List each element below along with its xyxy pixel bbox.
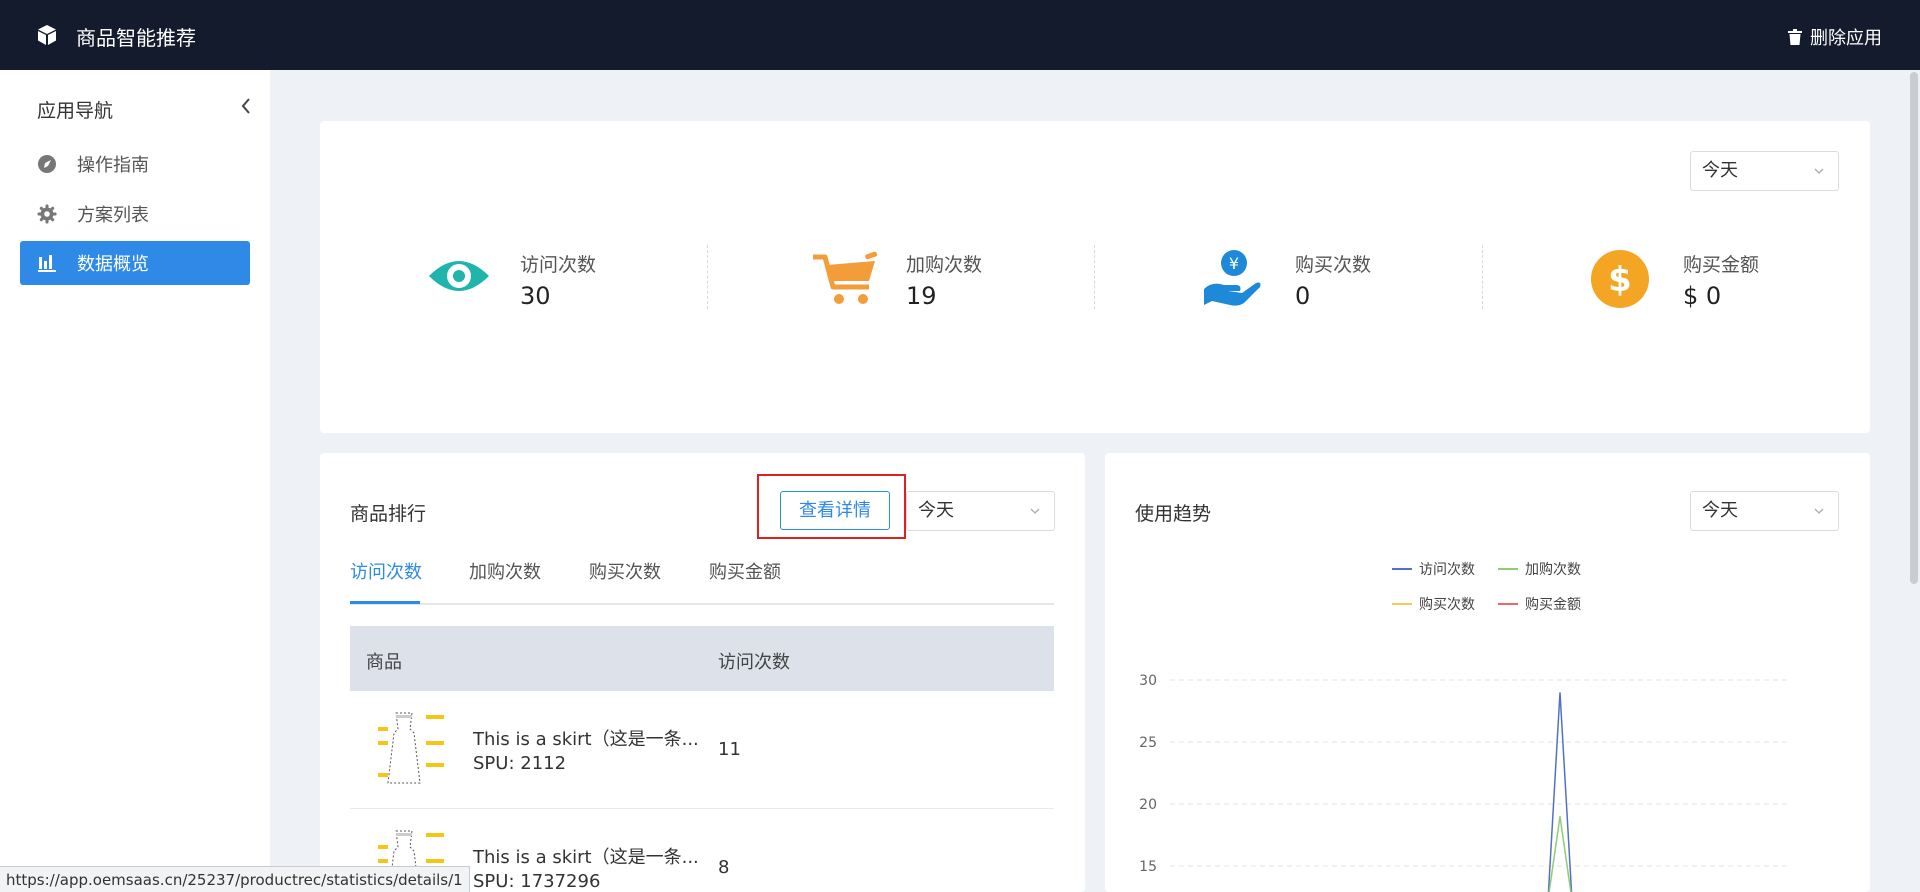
legend-label: 购买金额	[1525, 597, 1581, 613]
stat-divider	[1482, 245, 1483, 309]
overview-period-select[interactable]: 今天	[1690, 151, 1839, 191]
product-name: This is a skirt（这是一条...	[473, 729, 699, 750]
legend-item-purchases[interactable]: 购买次数	[1392, 594, 1475, 614]
legend-label: 访问次数	[1419, 562, 1475, 578]
sidebar-title: 应用导航	[37, 100, 114, 122]
y-tick-label: 30	[1139, 673, 1157, 689]
delete-app-label: 删除应用	[1810, 28, 1882, 49]
tab-active-indicator	[350, 601, 420, 604]
trend-line-chart: 15 20 25 30	[1139, 673, 1790, 892]
sidebar-item-label: 方案列表	[77, 205, 149, 226]
cube-logo-icon	[38, 25, 56, 45]
app-title: 商品智能推荐	[76, 26, 196, 50]
legend-item-add-to-cart[interactable]: 加购次数	[1498, 559, 1581, 579]
svg-text:$: $	[1608, 260, 1632, 300]
select-value: 今天	[918, 500, 954, 521]
visit-count: 8	[718, 857, 730, 878]
page-scrollbar[interactable]	[1910, 72, 1918, 584]
select-value: 今天	[1702, 160, 1738, 181]
table-header: 商品 访问次数	[350, 626, 1054, 691]
trash-icon	[1788, 29, 1802, 45]
stat-value: $ 0	[1683, 282, 1722, 310]
stat-value: 19	[906, 282, 937, 310]
legend-label: 购买次数	[1419, 597, 1475, 613]
tab-add-to-cart[interactable]: 加购次数	[469, 558, 541, 584]
stat-value: 30	[520, 282, 551, 310]
column-header-visits: 访问次数	[718, 652, 790, 673]
stat-label: 加购次数	[906, 254, 983, 276]
legend-swatch	[1498, 603, 1518, 605]
stat-visits: 访问次数 30	[427, 245, 727, 315]
svg-text:¥: ¥	[1229, 254, 1239, 273]
trend-period-select[interactable]: 今天	[1690, 491, 1839, 531]
tab-purchase-amount[interactable]: 购买金额	[709, 558, 781, 584]
view-details-button[interactable]: 查看详情	[780, 491, 890, 530]
legend-swatch	[1498, 568, 1518, 570]
sidebar-item-guide[interactable]: 操作指南	[20, 142, 250, 186]
stat-purchase-amount: $ 购买金额 $ 0	[1590, 245, 1870, 315]
product-name: This is a skirt（这是一条...	[473, 847, 699, 868]
ranking-title: 商品排行	[350, 503, 427, 525]
y-tick-label: 20	[1139, 797, 1157, 813]
trend-title: 使用趋势	[1135, 503, 1212, 525]
tab-visits[interactable]: 访问次数	[350, 558, 422, 584]
sidebar-item-plans[interactable]: 方案列表	[20, 192, 250, 236]
product-spu: SPU: 1737296	[473, 871, 601, 892]
status-bar-url: https://app.oemsaas.cn/25237/productrec/…	[0, 866, 470, 892]
visit-count: 11	[718, 739, 741, 760]
top-bar: 商品智能推荐 删除应用	[0, 0, 1920, 70]
product-spu: SPU: 2112	[473, 753, 567, 774]
chevron-left-icon[interactable]	[238, 94, 254, 118]
y-tick-label: 25	[1139, 735, 1157, 751]
legend-item-purchase-amount[interactable]: 购买金额	[1498, 594, 1581, 614]
tab-purchases[interactable]: 购买次数	[589, 558, 661, 584]
stat-add-to-cart: 加购次数 19	[813, 245, 1113, 315]
stat-divider	[1094, 245, 1095, 309]
navigation-icon	[37, 154, 57, 174]
tab-divider	[350, 603, 1054, 605]
stat-purchases: ¥ 购买次数 0	[1202, 245, 1502, 315]
series-line	[1547, 692, 1573, 892]
stat-label: 访问次数	[520, 254, 597, 276]
stat-label: 购买次数	[1295, 254, 1372, 276]
chevron-down-icon	[1030, 508, 1040, 514]
bar-chart-icon	[37, 253, 57, 273]
sidebar: 应用导航 操作指南 方案列表 数据概览	[0, 70, 270, 892]
table-row[interactable]: This is a skirt（这是一条... SPU: 2112 11	[350, 691, 1054, 809]
y-tick-label: 15	[1139, 859, 1157, 875]
chevron-down-icon	[1814, 508, 1824, 514]
stat-label: 购买金额	[1683, 254, 1760, 276]
delete-app-button[interactable]: 删除应用	[1788, 24, 1882, 50]
stat-divider	[707, 245, 708, 309]
eye-icon	[429, 261, 489, 291]
dollar-icon: $	[1591, 250, 1649, 308]
gear-icon	[37, 204, 57, 224]
cart-icon	[813, 251, 878, 304]
yuan-hand-icon: ¥	[1204, 250, 1261, 306]
legend-item-visits[interactable]: 访问次数	[1392, 559, 1475, 579]
column-header-product: 商品	[366, 652, 402, 673]
chevron-down-icon	[1814, 168, 1824, 174]
sidebar-item-label: 操作指南	[77, 155, 149, 176]
select-value: 今天	[1702, 500, 1738, 521]
product-thumbnail	[360, 707, 448, 793]
legend-swatch	[1392, 568, 1412, 570]
stat-value: 0	[1295, 282, 1311, 310]
legend-swatch	[1392, 603, 1412, 605]
sidebar-item-label: 数据概览	[77, 254, 149, 275]
ranking-period-select[interactable]: 今天	[906, 491, 1055, 531]
legend-label: 加购次数	[1525, 562, 1581, 578]
sidebar-item-overview[interactable]: 数据概览	[20, 241, 250, 285]
